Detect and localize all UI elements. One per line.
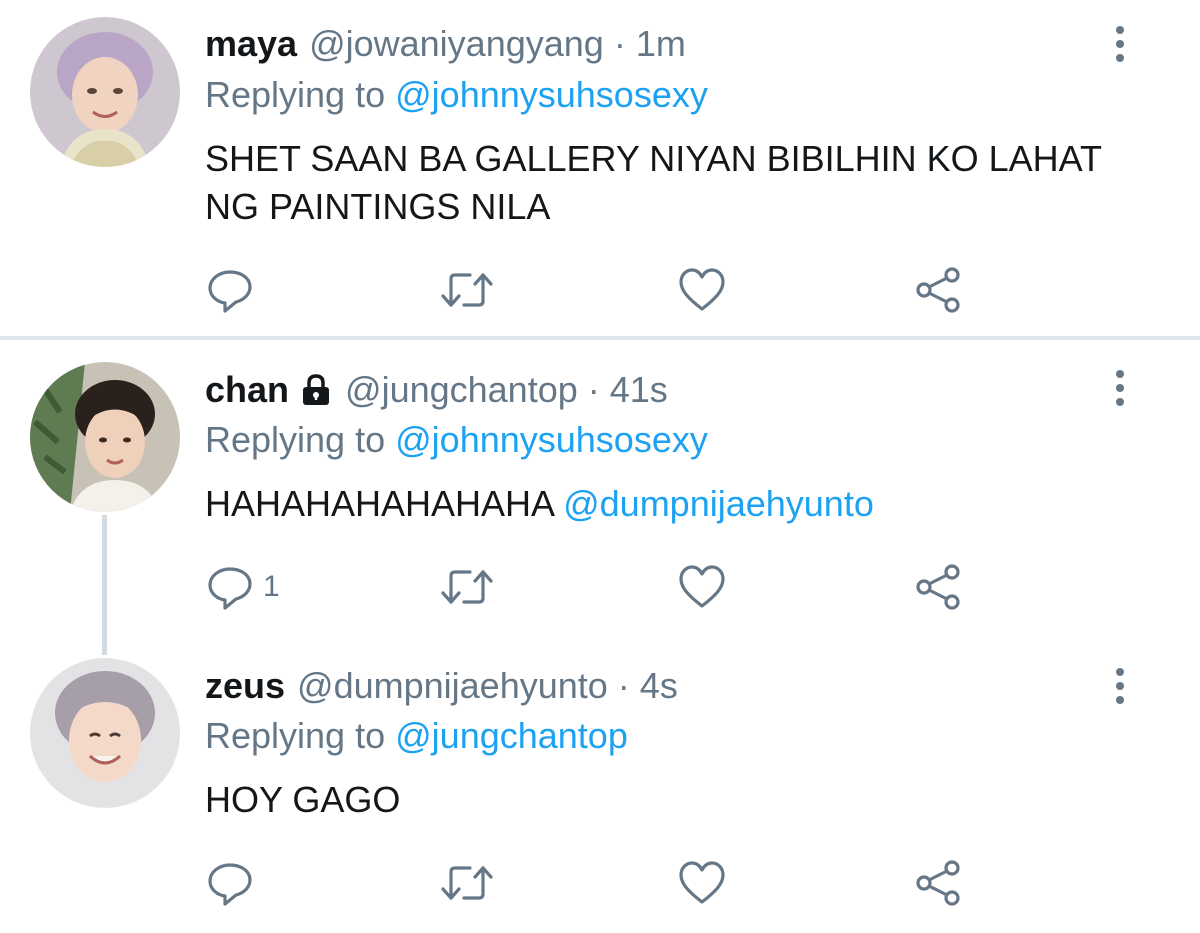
action-bar (205, 858, 985, 908)
display-name[interactable]: chan (205, 368, 289, 412)
share-button[interactable] (913, 858, 963, 908)
mention-link[interactable]: @jungchantop (395, 715, 628, 756)
replying-label: Replying to (205, 74, 386, 115)
display-name[interactable]: maya (205, 22, 297, 66)
retweet-button[interactable] (440, 562, 494, 612)
separator: · (587, 369, 600, 410)
username[interactable]: @dumpnijaehyunto (297, 664, 608, 708)
retweet-button[interactable] (440, 265, 494, 315)
reply-button[interactable] (205, 858, 255, 908)
action-bar (205, 265, 985, 315)
replying-to: Replying to @jungchantop (205, 714, 628, 758)
heart-icon (679, 861, 725, 904)
timestamp[interactable]: 41s (610, 368, 668, 412)
like-button[interactable] (677, 562, 727, 612)
separator: · (617, 665, 630, 706)
tweet-maya[interactable]: maya @jowaniyangyang · 1m Replying to @j… (0, 0, 1200, 336)
mention-link[interactable]: @johnnysuhsosexy (395, 74, 708, 115)
share-icon (916, 564, 960, 610)
action-bar: 1 (205, 562, 985, 612)
reply-button[interactable] (205, 265, 255, 315)
separator: · (613, 23, 626, 64)
retweet-button[interactable] (440, 858, 494, 908)
share-button[interactable] (913, 562, 963, 612)
replying-label: Replying to (205, 419, 386, 460)
username[interactable]: @jowaniyangyang (309, 22, 604, 66)
replying-to: Replying to @johnnysuhsosexy (205, 418, 708, 462)
reply-icon (208, 567, 252, 610)
retweet-icon (441, 866, 493, 900)
like-button[interactable] (677, 265, 727, 315)
avatar[interactable] (30, 362, 180, 512)
replying-to: Replying to @johnnysuhsosexy (205, 73, 708, 117)
reply-icon (208, 863, 252, 906)
share-icon (916, 860, 960, 906)
more-vertical-icon[interactable] (1108, 24, 1132, 64)
reply-button[interactable]: 1 (205, 562, 280, 612)
tweet-text: HAHAHAHAHAHAHA @dumpnijaehyunto (205, 480, 1105, 528)
heart-icon (679, 268, 725, 311)
tweet-chan[interactable]: chan @jungchantop · 41s Replying to @joh… (0, 340, 1200, 640)
tweet-header: zeus @dumpnijaehyunto · 4s (205, 664, 678, 708)
lock-icon (303, 374, 330, 405)
replying-label: Replying to (205, 715, 386, 756)
heart-icon (679, 565, 725, 608)
like-button[interactable] (677, 858, 727, 908)
display-name[interactable]: zeus (205, 664, 285, 708)
timestamp[interactable]: 4s (640, 664, 678, 708)
retweet-icon (441, 273, 493, 307)
tweet-zeus[interactable]: zeus @dumpnijaehyunto · 4s Replying to @… (0, 640, 1200, 933)
more-vertical-icon[interactable] (1108, 666, 1132, 706)
retweet-icon (441, 570, 493, 604)
reply-icon (208, 270, 252, 313)
share-icon (916, 267, 960, 313)
reply-count: 1 (263, 570, 280, 603)
tweet-header: chan @jungchantop · 41s (205, 368, 668, 412)
tweet-header: maya @jowaniyangyang · 1m (205, 22, 686, 66)
avatar[interactable] (30, 17, 180, 167)
tweet-text: SHET SAAN BA GALLERY NIYAN BIBILHIN KO L… (205, 138, 1102, 227)
more-vertical-icon[interactable] (1108, 368, 1132, 408)
share-button[interactable] (913, 265, 963, 315)
tweet-text: HOY GAGO (205, 779, 401, 820)
avatar[interactable] (30, 658, 180, 808)
username[interactable]: @jungchantop (345, 368, 578, 412)
tweet-text-body: HAHAHAHAHAHAHA (205, 483, 554, 524)
mention-link[interactable]: @dumpnijaehyunto (563, 483, 874, 524)
mention-link[interactable]: @johnnysuhsosexy (395, 419, 708, 460)
timestamp[interactable]: 1m (636, 22, 686, 66)
